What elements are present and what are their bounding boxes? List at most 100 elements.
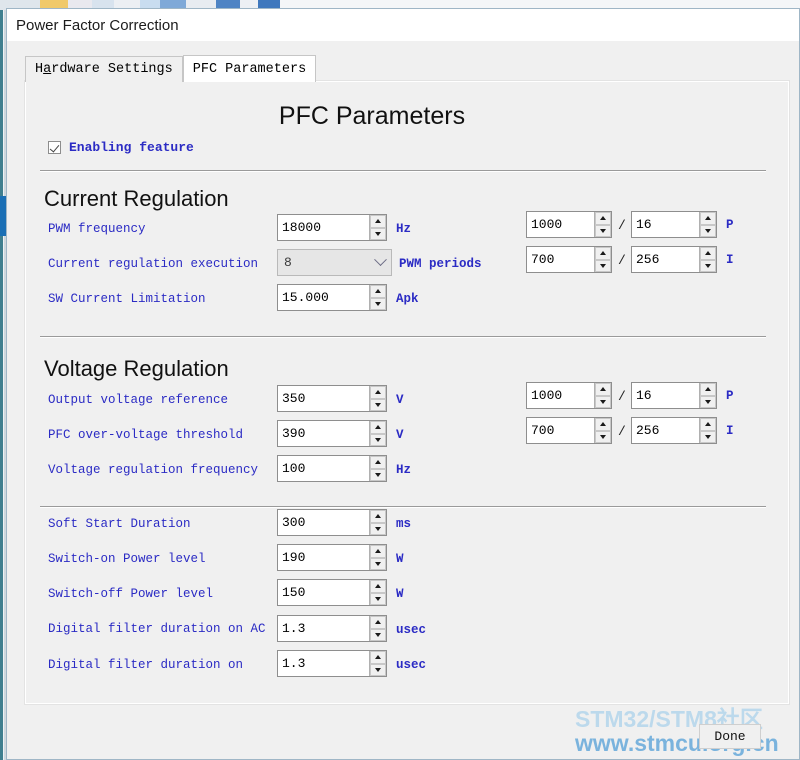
unit-switch-on-power-level: W (396, 552, 404, 566)
label-output-voltage-reference: Output voltage reference (48, 393, 229, 407)
spinner-down-icon[interactable] (370, 592, 386, 605)
enabling-feature-row[interactable]: Enabling feature (48, 140, 194, 155)
spinner-down-icon[interactable] (700, 430, 716, 443)
tab-pfc-parameters-label: PFC Parameters (192, 62, 307, 77)
gain-separator: / (618, 253, 626, 268)
spinner-buttons[interactable] (369, 285, 386, 310)
spinner-up-icon[interactable] (370, 580, 386, 593)
label-pwm-frequency: PWM frequency (48, 222, 146, 236)
spinner-buttons[interactable] (369, 456, 386, 481)
spinner-up-icon[interactable] (370, 545, 386, 558)
input-current-ki-numerator[interactable]: 700 (526, 246, 612, 273)
spinner-down-icon[interactable] (595, 430, 611, 443)
spinner-up-icon[interactable] (370, 616, 386, 629)
input-soft-start-duration-value: 300 (282, 515, 306, 530)
spinner-up-icon[interactable] (595, 212, 611, 225)
input-soft-start-duration[interactable]: 300 (277, 509, 387, 536)
spinner-down-icon[interactable] (370, 433, 386, 446)
input-voltage-regulation-frequency[interactable]: 100 (277, 455, 387, 482)
spinner-buttons[interactable] (369, 616, 386, 641)
spinner-up-icon[interactable] (370, 215, 386, 228)
input-sw-current-limitation[interactable]: 15.000 (277, 284, 387, 311)
gain-separator: / (618, 424, 626, 439)
dialog-window: Power Factor Correction Hardware Setting… (6, 8, 800, 760)
unit-sw-current-limitation: Apk (396, 292, 419, 306)
spinner-buttons[interactable] (594, 212, 611, 237)
spinner-buttons[interactable] (699, 212, 716, 237)
enabling-feature-checkbox[interactable] (48, 141, 61, 154)
spinner-buttons[interactable] (369, 580, 386, 605)
spinner-buttons[interactable] (369, 510, 386, 535)
tab-hardware-settings[interactable]: Hardware Settings (25, 56, 183, 82)
spinner-up-icon[interactable] (700, 383, 716, 396)
spinner-up-icon[interactable] (700, 212, 716, 225)
spinner-up-icon[interactable] (595, 383, 611, 396)
input-voltage-ki-denominator[interactable]: 256 (631, 417, 717, 444)
spinner-down-icon[interactable] (370, 522, 386, 535)
spinner-down-icon[interactable] (370, 398, 386, 411)
unit-output-voltage-reference: V (396, 393, 404, 407)
label-current-regulation-execution: Current regulation execution (48, 257, 259, 271)
dropdown-current-regulation-execution[interactable]: 8 (277, 249, 392, 276)
spinner-down-icon[interactable] (700, 259, 716, 272)
spinner-buttons[interactable] (699, 383, 716, 408)
spinner-down-icon[interactable] (700, 224, 716, 237)
spinner-down-icon[interactable] (370, 663, 386, 676)
input-digital-filter-duration-ac[interactable]: 1.3 (277, 615, 387, 642)
spinner-up-icon[interactable] (370, 421, 386, 434)
input-voltage-ki-numerator[interactable]: 700 (526, 417, 612, 444)
input-current-ki-numerator-value: 700 (531, 252, 555, 267)
spinner-down-icon[interactable] (370, 628, 386, 641)
spinner-buttons[interactable] (594, 383, 611, 408)
input-switch-off-power-level[interactable]: 150 (277, 579, 387, 606)
spinner-buttons[interactable] (369, 651, 386, 676)
spinner-buttons[interactable] (369, 215, 386, 240)
input-voltage-kp-numerator[interactable]: 1000 (526, 382, 612, 409)
spinner-up-icon[interactable] (595, 418, 611, 431)
spinner-buttons[interactable] (699, 418, 716, 443)
spinner-down-icon[interactable] (370, 468, 386, 481)
input-current-kp-numerator[interactable]: 1000 (526, 211, 612, 238)
done-button[interactable]: Done (699, 724, 761, 749)
spinner-up-icon[interactable] (595, 247, 611, 260)
spinner-up-icon[interactable] (370, 285, 386, 298)
chevron-down-icon[interactable] (369, 258, 391, 267)
spinner-up-icon[interactable] (700, 247, 716, 260)
enabling-feature-label: Enabling feature (69, 140, 194, 155)
input-current-kp-denominator[interactable]: 16 (631, 211, 717, 238)
spinner-buttons[interactable] (594, 247, 611, 272)
label-voltage-regulation-frequency: Voltage regulation frequency (48, 463, 259, 477)
unit-pwm-frequency: Hz (396, 222, 412, 236)
input-pfc-over-voltage-threshold[interactable]: 390 (277, 420, 387, 447)
input-current-kp-denominator-value: 16 (636, 217, 652, 232)
input-current-ki-denominator[interactable]: 256 (631, 246, 717, 273)
spinner-down-icon[interactable] (700, 395, 716, 408)
gain-separator: / (618, 218, 626, 233)
spinner-up-icon[interactable] (370, 651, 386, 664)
spinner-down-icon[interactable] (370, 557, 386, 570)
spinner-down-icon[interactable] (595, 224, 611, 237)
spinner-buttons[interactable] (369, 421, 386, 446)
section-divider (40, 506, 766, 508)
spinner-up-icon[interactable] (370, 456, 386, 469)
label-digital-filter-duration-ac: Digital filter duration on AC (48, 622, 266, 636)
section-title-current-regulation: Current Regulation (44, 186, 229, 211)
input-output-voltage-reference[interactable]: 350 (277, 385, 387, 412)
input-pwm-frequency[interactable]: 18000 (277, 214, 387, 241)
spinner-down-icon[interactable] (370, 297, 386, 310)
unit-voltage-regulation-frequency: Hz (396, 463, 412, 477)
spinner-up-icon[interactable] (370, 386, 386, 399)
input-switch-on-power-level[interactable]: 190 (277, 544, 387, 571)
spinner-buttons[interactable] (594, 418, 611, 443)
spinner-buttons[interactable] (699, 247, 716, 272)
input-voltage-kp-denominator[interactable]: 16 (631, 382, 717, 409)
spinner-up-icon[interactable] (370, 510, 386, 523)
spinner-up-icon[interactable] (700, 418, 716, 431)
input-digital-filter-duration[interactable]: 1.3 (277, 650, 387, 677)
spinner-buttons[interactable] (369, 386, 386, 411)
spinner-down-icon[interactable] (370, 227, 386, 240)
tab-pfc-parameters[interactable]: PFC Parameters (182, 55, 317, 82)
spinner-down-icon[interactable] (595, 395, 611, 408)
spinner-down-icon[interactable] (595, 259, 611, 272)
spinner-buttons[interactable] (369, 545, 386, 570)
